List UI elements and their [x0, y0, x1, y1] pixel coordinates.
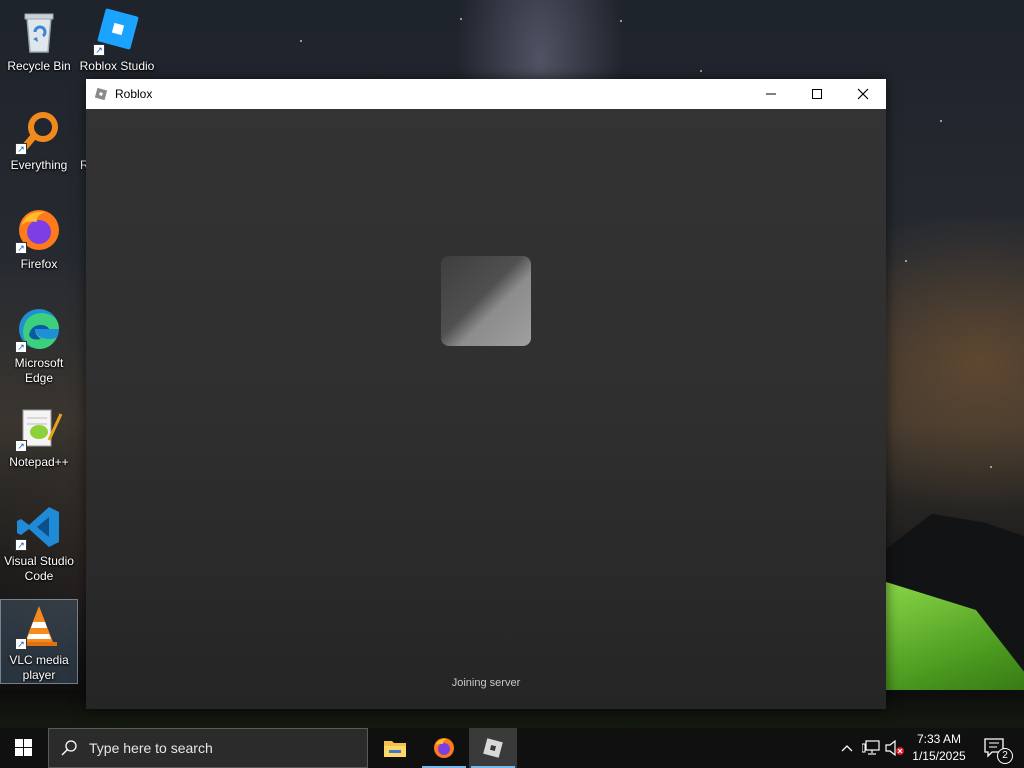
desktop-icon-label: Microsoft Edge: [14, 356, 64, 385]
network-icon: [862, 740, 880, 755]
taskbar-roblox[interactable]: [469, 728, 517, 768]
action-center-button[interactable]: 2: [980, 728, 1013, 768]
taskbar-search-box[interactable]: Type here to search: [48, 728, 368, 768]
volume-tray-button[interactable]: [884, 728, 906, 768]
folder-icon: [384, 741, 406, 757]
close-button[interactable]: [840, 79, 886, 109]
chevron-up-icon: [841, 745, 853, 752]
window-title: Roblox: [115, 87, 153, 101]
desktop-icon-label: Notepad++: [9, 455, 69, 469]
everything-search-icon: ↗: [15, 107, 63, 155]
close-icon: [857, 88, 869, 100]
network-tray-button[interactable]: [860, 728, 882, 768]
roblox-studio-icon: ↗: [93, 8, 141, 56]
roblox-loading-screen: Joining server: [86, 109, 886, 709]
notification-count-badge: 2: [997, 748, 1013, 764]
desktop-icon-notepadpp[interactable]: ↗ Notepad++: [1, 398, 77, 470]
taskbar-file-explorer[interactable]: [371, 728, 419, 768]
shortcut-arrow-icon: ↗: [15, 539, 27, 551]
start-button[interactable]: [0, 728, 48, 768]
firefox-icon: ↗: [15, 206, 63, 254]
show-hidden-icons-button[interactable]: [838, 728, 856, 768]
loading-logo: [441, 256, 531, 346]
desktop-icon-label: Firefox: [20, 257, 58, 271]
vscode-icon: ↗: [15, 503, 63, 551]
shortcut-arrow-icon: ↗: [15, 143, 27, 155]
desktop-icon-label: Roblox Studio: [79, 59, 155, 73]
roblox-icon: [94, 87, 108, 101]
desktop-icon-label: VLC media player: [9, 653, 69, 682]
taskbar: Type here to search 7:33 AM 1/15/2025 2: [0, 728, 1024, 768]
clock-time: 7:33 AM: [916, 732, 962, 746]
loading-status: Joining server: [451, 677, 521, 689]
taskbar-firefox[interactable]: [420, 728, 468, 768]
edge-icon: ↗: [15, 305, 63, 353]
maximize-icon: [812, 89, 822, 99]
desktop-icon-everything[interactable]: ↗ Everything: [1, 101, 77, 173]
window-titlebar[interactable]: Roblox: [86, 79, 886, 109]
clock-date: 1/15/2025: [912, 749, 966, 763]
shortcut-arrow-icon: ↗: [15, 638, 27, 650]
search-icon: [61, 740, 77, 756]
desktop-icon-vlc[interactable]: ↗ VLC media player: [0, 599, 78, 684]
desktop-icon-label: Everything: [10, 158, 68, 172]
desktop-icon-label: Recycle Bin: [7, 59, 71, 73]
desktop-icon-label: Visual Studio Code: [4, 554, 74, 583]
search-placeholder: Type here to search: [89, 740, 213, 756]
taskbar-clock[interactable]: 7:33 AM 1/15/2025: [906, 731, 972, 765]
windows-logo-icon: [15, 739, 32, 756]
desktop-icon-vscode[interactable]: ↗ Visual Studio Code: [1, 497, 77, 584]
shortcut-arrow-icon: ↗: [15, 440, 27, 452]
notepadpp-icon: ↗: [15, 404, 63, 452]
desktop-icon-firefox[interactable]: ↗ Firefox: [1, 200, 77, 272]
maximize-button[interactable]: [794, 79, 840, 109]
firefox-icon: [434, 738, 454, 758]
desktop-icon-microsoft-edge[interactable]: ↗ Microsoft Edge: [1, 299, 77, 386]
shortcut-arrow-icon: ↗: [15, 341, 27, 353]
roblox-icon: [483, 738, 503, 758]
minimize-icon: [766, 93, 776, 95]
desktop-icon-roblox-studio[interactable]: ↗ Roblox Studio: [79, 2, 155, 74]
shortcut-arrow-icon: ↗: [15, 242, 27, 254]
minimize-button[interactable]: [748, 79, 794, 109]
recycle-bin-icon: [15, 8, 63, 56]
roblox-window[interactable]: Roblox Joining server: [86, 79, 886, 709]
vlc-icon: ↗: [15, 602, 63, 650]
shortcut-arrow-icon: ↗: [93, 44, 105, 56]
desktop-icon-recycle-bin[interactable]: Recycle Bin: [1, 2, 77, 74]
volume-muted-icon: [885, 740, 904, 756]
